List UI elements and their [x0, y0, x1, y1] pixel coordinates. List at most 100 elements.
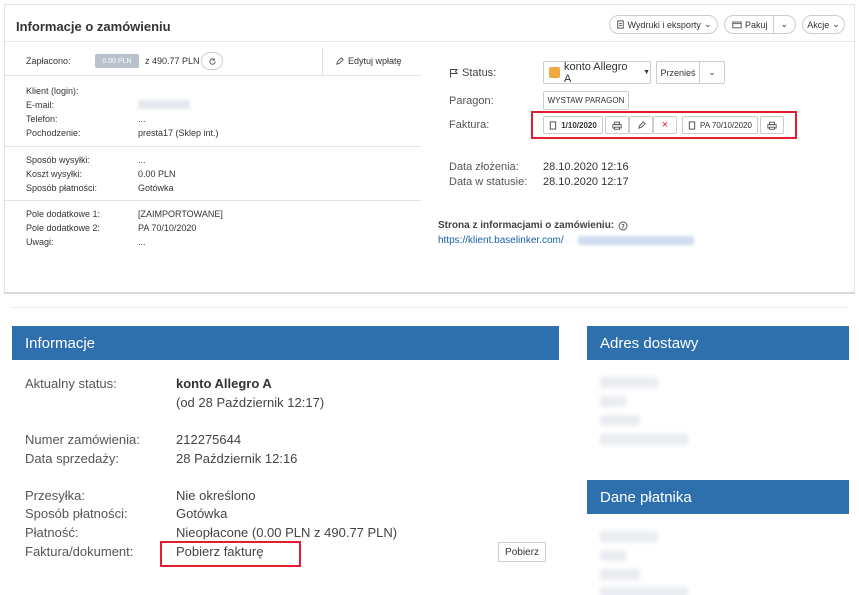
- status-select[interactable]: konto Allegro A ▼: [543, 60, 651, 85]
- section-divider: [5, 146, 421, 147]
- receipt-number-button[interactable]: PA 70/10/2020: [682, 116, 758, 134]
- status-select-value: konto Allegro A: [563, 60, 628, 85]
- print-invoice-button[interactable]: [605, 116, 629, 134]
- shipping-method-label: Sposób wysyłki:: [26, 155, 91, 165]
- shipping-method-value: ...: [138, 155, 146, 165]
- receipt-label: Paragon:: [449, 95, 494, 107]
- prints-exports-label: Wydruki i eksporty: [627, 19, 701, 30]
- download-button[interactable]: Pobierz: [498, 542, 546, 562]
- status-row-label: Status:: [449, 67, 496, 79]
- redacted-address-line: [600, 377, 658, 388]
- printer-icon: [767, 121, 777, 130]
- info-payment-method-label: Sposób płatności:: [25, 506, 128, 521]
- refresh-icon: [208, 57, 217, 66]
- flag-icon: [449, 68, 459, 78]
- created-date-value: 28.10.2020 12:16: [543, 161, 629, 173]
- issue-receipt-button[interactable]: WYSTAW PARAGON: [543, 91, 629, 110]
- redacted-address-line: [600, 415, 640, 426]
- caret-down-icon: ▼: [643, 69, 650, 76]
- section-divider: [5, 200, 421, 201]
- email-label: E-mail:: [26, 100, 55, 110]
- prints-exports-button[interactable]: Wydruki i eksporty ⌄: [609, 15, 718, 34]
- delivery-address-header: Adres dostawy: [587, 326, 849, 360]
- actions-button[interactable]: Akcje ⌄: [802, 15, 845, 34]
- status-date-value: 28.10.2020 12:17: [543, 176, 629, 188]
- move-status-button[interactable]: Przenieś: [656, 61, 700, 84]
- payment-total: z 490.77 PLN: [145, 56, 200, 66]
- document-icon: [616, 20, 625, 29]
- extra-field-2-label: Pole dodatkowe 2:: [26, 223, 101, 233]
- edit-payment-button[interactable]: Edytuj wpłatę: [335, 56, 402, 66]
- pencil-icon: [637, 120, 646, 130]
- pencil-icon: [335, 56, 344, 66]
- edit-invoice-button[interactable]: [629, 116, 653, 134]
- delete-invoice-button[interactable]: ×: [653, 116, 677, 134]
- document-icon: [549, 120, 557, 130]
- order-number-value: 212275644: [176, 432, 242, 447]
- invoice-number-button[interactable]: 1/10/2020: [543, 116, 603, 134]
- notes-label: Uwagi:: [26, 237, 54, 247]
- payment-method-value: Gotówka: [138, 183, 174, 193]
- invoice-link-highlight-box: [160, 541, 301, 567]
- status-color-swatch: [549, 67, 560, 78]
- svg-text:?: ?: [621, 223, 625, 230]
- chevron-down-icon: ⌄: [832, 19, 840, 29]
- redacted-payer-line: [600, 531, 658, 542]
- redacted-payer-line: [600, 550, 626, 561]
- printer-icon: [612, 121, 622, 130]
- status-since-link[interactable]: (od 28 Październik 12:17): [176, 395, 324, 410]
- sale-date-value: 28 Październik 12:16: [176, 451, 298, 466]
- shipping-cost-value: 0.00 PLN: [138, 169, 176, 179]
- card-title: Informacje o zamówieniu: [16, 19, 171, 34]
- created-date-label: Data złożenia:: [449, 161, 519, 173]
- origin-label: Pochodzenie:: [26, 128, 81, 138]
- pack-label: Pakuj: [744, 19, 768, 30]
- phone-label: Telefon:: [26, 114, 58, 124]
- shipment-value: Nie określono: [176, 488, 256, 503]
- info-page-link[interactable]: https://klient.baselinker.com/: [438, 235, 564, 246]
- chevron-down-icon[interactable]: ⌄: [780, 19, 788, 30]
- refresh-payment-button[interactable]: [201, 52, 223, 70]
- chevron-down-icon: ⌄: [708, 67, 716, 77]
- print-receipt-button[interactable]: [760, 116, 784, 134]
- header-divider: [5, 41, 854, 42]
- section-divider: [5, 75, 421, 76]
- paid-label: Zapłacono:: [26, 56, 71, 66]
- receipt-number: PA 70/10/2020: [700, 120, 752, 130]
- sale-date-label: Data sprzedaży:: [25, 451, 119, 466]
- origin-value: presta17 (Sklep int.): [138, 128, 219, 138]
- redacted-payer-line: [600, 587, 688, 595]
- phone-value: ...: [138, 114, 146, 124]
- invoice-number: 1/10/2020: [561, 120, 597, 130]
- pack-button-group[interactable]: Pakuj ⌄: [724, 15, 796, 34]
- invoice-label: Faktura:: [449, 119, 490, 131]
- shipment-label: Przesyłka:: [25, 488, 85, 503]
- content-divider: [12, 307, 848, 308]
- pack-split-divider: [773, 16, 775, 33]
- redacted-address-line: [600, 396, 626, 407]
- current-status-value: konto Allegro A: [176, 376, 272, 391]
- move-status-dropdown[interactable]: ⌄: [699, 61, 725, 84]
- box-icon: [732, 20, 742, 29]
- current-status-label: Aktualny status:: [25, 376, 117, 391]
- edit-payment-label: Edytuj wpłatę: [348, 56, 402, 66]
- extra-field-1-label: Pole dodatkowe 1:: [26, 209, 101, 219]
- redacted-link-tail: [578, 236, 694, 245]
- document-icon: [688, 120, 696, 130]
- status-date-label: Data w statusie:: [449, 176, 528, 188]
- order-number-label: Numer zamówienia:: [25, 432, 140, 447]
- status-label: Status:: [462, 67, 497, 79]
- chevron-down-icon: ⌄: [703, 19, 712, 29]
- payment-method-label: Sposób płatności:: [26, 183, 98, 193]
- extra-field-2-value: PA 70/10/2020: [138, 223, 197, 233]
- payment-divider: [322, 47, 323, 75]
- help-icon[interactable]: ?: [618, 221, 628, 231]
- invoice-document-label: Faktura/dokument:: [25, 544, 134, 559]
- info-payment-method-value: Gotówka: [176, 506, 228, 521]
- paid-amount-badge: 0.00 PLN: [95, 54, 139, 68]
- actions-label: Akcje: [807, 19, 830, 30]
- info-page-label: Strona z informacjami o zamówieniu:: [438, 220, 615, 231]
- payment-status-label: Płatność:: [25, 525, 79, 540]
- redacted-payer-line: [600, 569, 640, 580]
- payment-status-value: Nieopłacone (0.00 PLN z 490.77 PLN): [176, 525, 398, 540]
